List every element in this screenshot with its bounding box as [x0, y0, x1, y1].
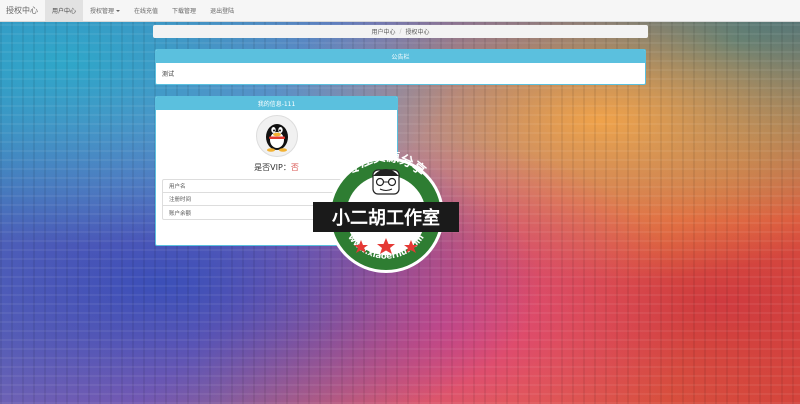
seal-main-text: 小二胡工作室: [332, 207, 440, 229]
info-panel-title: 我的信息-111: [156, 97, 397, 110]
nav-label: 退出登陆: [210, 8, 235, 15]
notice-panel: 公告栏 测试: [155, 49, 646, 85]
nav-item-logout[interactable]: 退出登陆: [203, 0, 241, 21]
studio-watermark-seal: 专注资源分享 www.xiaoerhu.com 小二胡工作室: [311, 149, 461, 277]
nav-label: 在线充值: [134, 8, 159, 15]
nav-item-recharge[interactable]: 在线充值: [127, 0, 165, 21]
avatar: [255, 115, 298, 157]
breadcrumb: 用户中心 / 授权中心: [153, 25, 648, 38]
top-navbar: 授权中心 用户中心 授权管理 在线充值 下载管理 退出登陆: [0, 0, 800, 22]
nav-label: 下载管理: [172, 8, 197, 15]
info-row-label: 用户名: [169, 184, 186, 190]
nav-item-license-management[interactable]: 授权管理: [83, 0, 127, 21]
cartoon-face-icon: [372, 169, 400, 195]
breadcrumb-link-user-center[interactable]: 用户中心: [371, 27, 395, 36]
breadcrumb-current: 授权中心: [405, 29, 430, 36]
notice-panel-body: 测试: [162, 71, 175, 78]
vip-value: 否: [290, 163, 299, 172]
caret-down-icon: [116, 9, 121, 12]
nav-item-downloads[interactable]: 下载管理: [165, 0, 203, 21]
brand-title[interactable]: 授权中心: [0, 0, 45, 21]
info-row-label: 注册时间: [169, 197, 192, 203]
penguin-avatar-icon: [265, 124, 288, 152]
nav-item-user-center[interactable]: 用户中心: [45, 0, 84, 21]
breadcrumb-separator: /: [399, 28, 402, 35]
nav-label: 授权管理: [90, 8, 115, 15]
vip-label: 是否VIP：: [254, 163, 291, 172]
notice-panel-title: 公告栏: [156, 50, 645, 63]
nav-label: 用户中心: [52, 8, 77, 15]
info-row-label: 账户余额: [169, 210, 192, 217]
